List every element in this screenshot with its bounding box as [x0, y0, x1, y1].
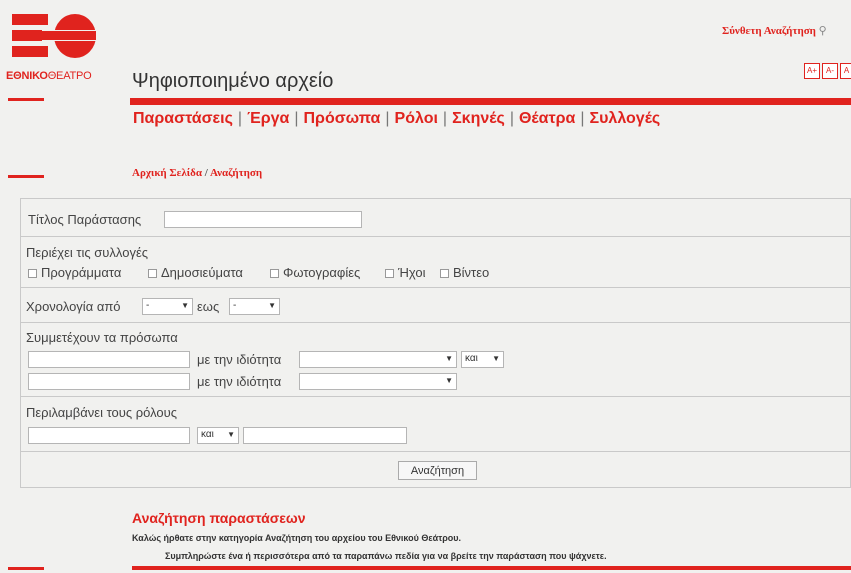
- search-submit-button[interactable]: Αναζήτηση: [398, 461, 477, 480]
- national-theatre-logo[interactable]: [12, 14, 96, 58]
- footer-red-bar: [132, 566, 851, 570]
- collection-video-label: Βίντεο: [453, 265, 490, 280]
- brand-name-light: ΘΕΑΤΡΟ: [47, 70, 92, 82]
- collection-photos-label: Φωτογραφίες: [283, 265, 361, 280]
- year-to-label: εως: [197, 299, 220, 314]
- person-2-input[interactable]: [28, 373, 190, 390]
- row-divider: [20, 287, 851, 288]
- brand-name-bold: ΕΘΝΙΚΟ: [6, 70, 48, 82]
- nav-separator: |: [237, 110, 243, 127]
- year-to-select[interactable]: - ▼: [229, 298, 280, 315]
- collections-label: Περιέχει τις συλλογές: [26, 245, 149, 260]
- person-operator-value: και: [465, 353, 478, 364]
- collection-video-option[interactable]: Βίντεο: [440, 265, 489, 280]
- capacity-1-label: με την ιδιότητα: [197, 352, 282, 367]
- person-operator-select[interactable]: και ▼: [461, 351, 504, 368]
- dropdown-arrow-icon: ▼: [268, 301, 276, 310]
- capacity-1-select[interactable]: ▼: [299, 351, 457, 368]
- nav-item-roles[interactable]: Ρόλοι: [395, 110, 438, 127]
- info-title: Αναζήτηση παραστάσεων: [132, 510, 306, 526]
- nav-separator: |: [580, 110, 585, 127]
- collection-photos-option[interactable]: Φωτογραφίες: [270, 265, 360, 280]
- collection-articles-label: Δημοσιεύματα: [161, 265, 243, 280]
- person-1-input[interactable]: [28, 351, 190, 368]
- info-welcome-text: Καλώς ήρθατε στην κατηγορία Αναζήτηση το…: [132, 533, 462, 543]
- info-instructions-text: Συμπληρώστε ένα ή περισσότερα από τα παρ…: [165, 551, 607, 561]
- year-from-select[interactable]: - ▼: [142, 298, 193, 315]
- capacity-2-label: με την ιδιότητα: [197, 374, 282, 389]
- nav-item-collections[interactable]: Συλλογές: [590, 110, 661, 127]
- nav-item-performances[interactable]: Παραστάσεις: [133, 110, 233, 127]
- collection-audio-option[interactable]: Ήχοι: [385, 265, 426, 280]
- checkbox[interactable]: [148, 269, 157, 279]
- checkbox[interactable]: [385, 269, 394, 279]
- dropdown-arrow-icon: ▼: [445, 376, 453, 385]
- advanced-search-label: Σύνθετη Αναζήτηση: [722, 25, 816, 37]
- nav-separator: |: [294, 110, 299, 127]
- dropdown-arrow-icon: ▼: [492, 354, 500, 363]
- nav-separator: |: [385, 110, 390, 127]
- header-red-bar: [130, 98, 851, 105]
- breadcrumb: Αρχική Σελίδα / Αναζήτηση: [132, 167, 262, 179]
- year-from-value: -: [146, 300, 150, 311]
- brand-name[interactable]: ΕΘΝΙΚΟΘΕΑΤΡΟ: [6, 70, 92, 82]
- font-reset-button[interactable]: A: [840, 63, 851, 79]
- collection-articles-option[interactable]: Δημοσιεύματα: [148, 265, 243, 280]
- magnifier-icon: ⚲: [818, 25, 827, 37]
- capacity-2-select[interactable]: ▼: [299, 373, 457, 390]
- nav-item-works[interactable]: Έργα: [247, 110, 289, 127]
- collection-audio-label: Ήχοι: [398, 265, 426, 280]
- collection-programs-label: Προγράμματα: [41, 265, 122, 280]
- collection-programs-option[interactable]: Προγράμματα: [28, 265, 121, 280]
- row-divider: [20, 322, 851, 323]
- advanced-search-link[interactable]: Σύνθετη Αναζήτηση ⚲: [722, 24, 827, 37]
- font-decrease-button[interactable]: A-: [822, 63, 838, 79]
- dropdown-arrow-icon: ▼: [181, 301, 189, 310]
- row-divider: [20, 451, 851, 452]
- role-operator-select[interactable]: και ▼: [197, 427, 239, 444]
- role-2-input[interactable]: [243, 427, 407, 444]
- persons-label: Συμμετέχουν τα πρόσωπα: [26, 330, 178, 345]
- left-accent-line: [8, 567, 44, 570]
- year-to-value: -: [233, 300, 237, 311]
- nav-item-persons[interactable]: Πρόσωπα: [304, 110, 381, 127]
- nav-separator: |: [509, 110, 514, 127]
- checkbox[interactable]: [28, 269, 37, 279]
- nav-item-theatres[interactable]: Θέατρα: [519, 110, 575, 127]
- role-1-input[interactable]: [28, 427, 190, 444]
- year-from-label: Χρονολογία από: [26, 299, 121, 314]
- dropdown-arrow-icon: ▼: [445, 354, 453, 363]
- roles-label: Περιλαμβάνει τους ρόλους: [26, 405, 178, 420]
- performance-title-input[interactable]: [164, 211, 362, 228]
- breadcrumb-separator: /: [204, 167, 208, 179]
- breadcrumb-home[interactable]: Αρχική Σελίδα: [132, 167, 202, 179]
- row-divider: [20, 236, 851, 237]
- left-accent-line: [8, 175, 44, 178]
- main-nav: Παραστάσεις | Έργα | Πρόσωπα | Ρόλοι | Σκηνές | Θέ…: [133, 110, 660, 128]
- row-divider: [20, 396, 851, 397]
- dropdown-arrow-icon: ▼: [227, 430, 235, 439]
- left-accent-line: [8, 98, 44, 101]
- breadcrumb-current: Αναζήτηση: [209, 167, 263, 179]
- performance-title-label: Τίτλος Παράστασης: [28, 212, 142, 227]
- archive-title: Ψηφιοποιημένο αρχείο: [132, 70, 334, 92]
- checkbox[interactable]: [440, 269, 449, 279]
- font-increase-button[interactable]: A+: [804, 63, 820, 79]
- checkbox[interactable]: [270, 269, 279, 279]
- nav-item-stages[interactable]: Σκηνές: [452, 110, 505, 127]
- nav-separator: |: [442, 110, 448, 127]
- role-operator-value: και: [201, 429, 214, 440]
